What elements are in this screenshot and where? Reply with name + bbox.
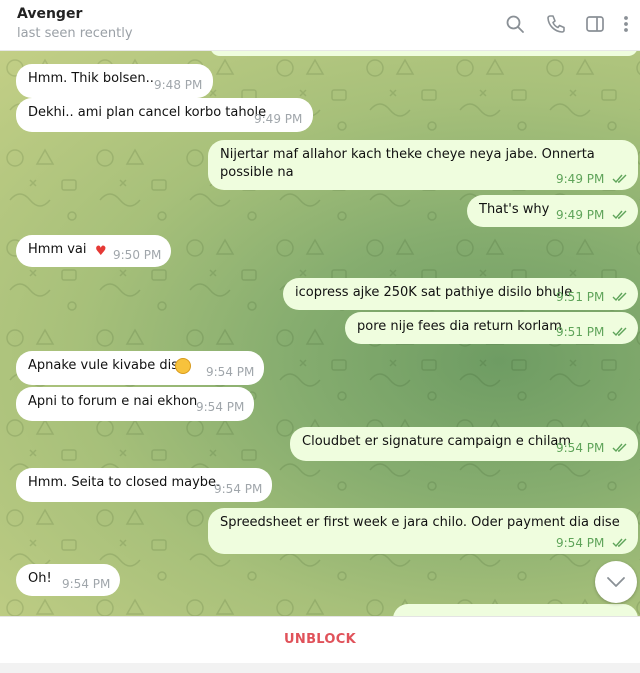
message-text: Spreedsheet er first week e jara chilo. … xyxy=(220,515,620,530)
message-time: 9:54 PM xyxy=(196,400,245,414)
message-time: 9:54 PM xyxy=(214,482,263,496)
more-vertical-icon[interactable] xyxy=(619,13,633,35)
message-bubble-incoming[interactable]: Hmm vai ♥ 9:50 PM xyxy=(16,235,171,267)
message-bubble-incoming[interactable]: Hmm. Thik bolsen.. 9:48 PM xyxy=(16,64,213,98)
message-bubble-outgoing[interactable]: Cloudbet er signature campaign e chilam … xyxy=(290,427,638,461)
heart-emoji-icon: ♥ xyxy=(95,244,107,259)
search-icon[interactable] xyxy=(504,13,526,35)
window-edge xyxy=(0,663,640,673)
message-bubble-outgoing[interactable]: Nijertar maf allahor kach theke cheye ne… xyxy=(208,140,638,190)
read-ticks-icon xyxy=(612,443,627,453)
message-time: 9:49 PM xyxy=(254,112,303,126)
message-bubble-incoming[interactable]: Apni to forum e nai ekhon 9:54 PM xyxy=(16,387,254,421)
sidebar-toggle-icon[interactable] xyxy=(584,13,606,35)
message-bubble-outgoing[interactable]: That's why 9:49 PM xyxy=(467,195,638,227)
message-time: 9:50 PM xyxy=(113,248,162,262)
read-ticks-icon xyxy=(612,538,627,548)
message-time: 9:51 PM xyxy=(556,290,605,304)
bottom-bar: UNBLOCK xyxy=(0,616,640,664)
message-list[interactable]: Hmm. Thik bolsen.. 9:48 PM Dekhi.. ami p… xyxy=(0,50,640,616)
message-time: 9:54 PM xyxy=(556,536,605,550)
message-bubble-outgoing[interactable]: Spreedsheet er first week e jara chilo. … xyxy=(208,508,638,554)
message-time: 9:54 PM xyxy=(62,577,111,591)
chevron-down-icon xyxy=(607,577,625,587)
read-ticks-icon xyxy=(612,210,627,220)
scroll-to-bottom-button[interactable] xyxy=(595,561,637,603)
message-bubble-incoming[interactable]: Oh! 9:54 PM xyxy=(16,564,120,596)
thinking-face-emoji-icon xyxy=(175,358,191,374)
message-time: 9:48 PM xyxy=(154,78,203,92)
message-bubble-incoming[interactable]: Dekhi.. ami plan cancel korbo tahole 9:4… xyxy=(16,98,313,132)
contact-name[interactable]: Avenger xyxy=(17,6,82,22)
message-time: 9:54 PM xyxy=(206,365,255,379)
message-time: 9:49 PM xyxy=(556,172,605,186)
chat-header: Avenger last seen recently xyxy=(0,0,640,51)
contact-status: last seen recently xyxy=(17,26,133,41)
read-ticks-icon xyxy=(612,327,627,337)
message-time: 9:49 PM xyxy=(556,208,605,222)
message-time: 9:54 PM xyxy=(556,441,605,455)
message-bubble-incoming[interactable]: Apnake vule kivabe dise 9:54 PM xyxy=(16,351,264,385)
message-bubble-outgoing[interactable]: icopress ajke 250K sat pathiye disilo bh… xyxy=(283,278,638,310)
phone-icon[interactable] xyxy=(545,13,567,35)
telegram-window: Avenger last seen recently Hmm. Thik bol… xyxy=(0,0,640,664)
read-ticks-icon xyxy=(612,292,627,302)
read-ticks-icon xyxy=(612,174,627,184)
message-bubble-partial xyxy=(393,604,638,616)
message-time: 9:51 PM xyxy=(556,325,605,339)
message-bubble-incoming[interactable]: Hmm. Seita to closed maybe. 9:54 PM xyxy=(16,468,272,502)
message-bubble-outgoing[interactable]: pore nije fees dia return korlam 9:51 PM xyxy=(345,312,638,344)
unblock-button[interactable]: UNBLOCK xyxy=(0,617,640,663)
